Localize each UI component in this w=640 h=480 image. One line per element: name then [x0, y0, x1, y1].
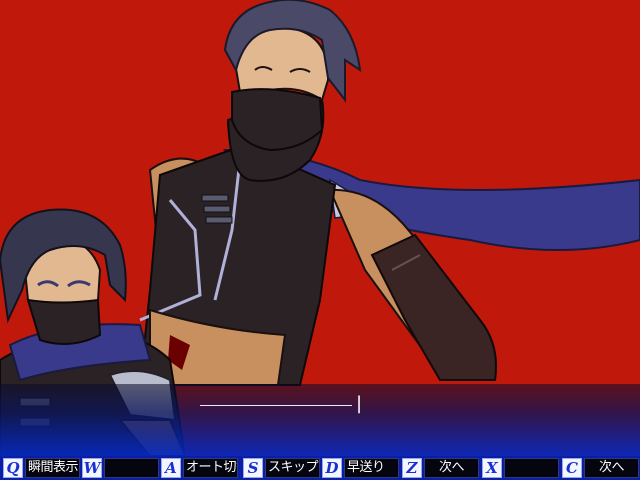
hotkey-key: Q	[3, 458, 23, 478]
game-screen[interactable]: | Q 瞬間表示 W A オート切替 S スキップ D 早送り Z 次へ X	[0, 0, 640, 480]
hotkey-label: 次へ	[424, 458, 479, 478]
hotkey-label	[504, 458, 559, 478]
hotkey-key: Z	[402, 458, 422, 478]
hotkey-key: C	[562, 458, 582, 478]
hotkey-label: 瞬間表示	[25, 458, 80, 478]
hotkey-key: A	[161, 458, 181, 478]
hotkey-label: オート切替	[183, 458, 238, 478]
hotkey-label: 次へ	[584, 458, 639, 478]
hotkey-key: D	[322, 458, 342, 478]
hotkey-key: X	[482, 458, 502, 478]
hotkey-key: S	[243, 458, 263, 478]
message-text: |	[356, 393, 363, 414]
hotkey-label	[104, 458, 159, 478]
message-window[interactable]	[0, 384, 640, 456]
hotkey-bar: Q 瞬間表示 W A オート切替 S スキップ D 早送り Z 次へ X C	[0, 456, 640, 480]
hotkey-label: スキップ	[265, 458, 320, 478]
hotkey-key: W	[82, 458, 102, 478]
hotkey-label: 早送り	[344, 458, 399, 478]
message-divider	[200, 405, 352, 406]
